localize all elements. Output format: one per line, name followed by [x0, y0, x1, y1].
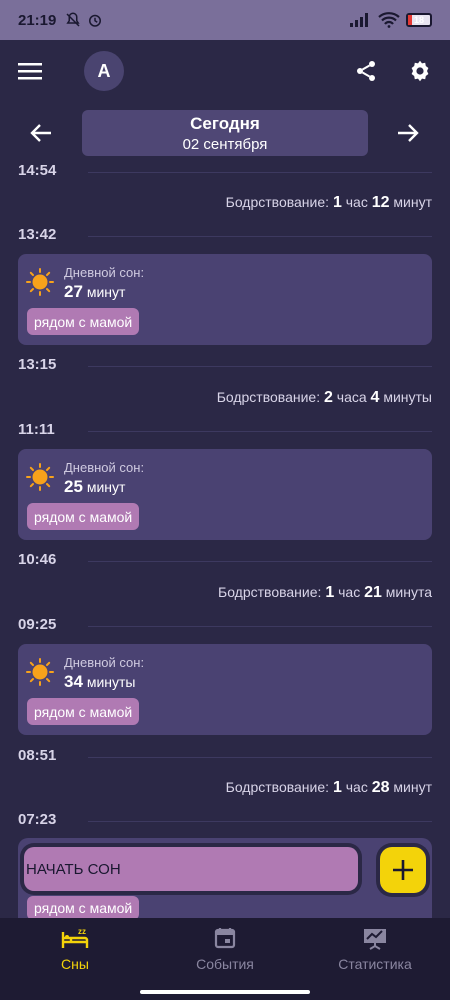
add-event-button[interactable]: [380, 847, 426, 893]
nav-statistics-label: Статистика: [338, 956, 412, 972]
sleep-label: Дневной сон:: [64, 655, 145, 670]
sleep-duration: 27 минут: [64, 282, 126, 301]
plus-icon: [393, 860, 413, 880]
menu-icon[interactable]: [18, 61, 42, 81]
sleep-duration: 34 минуты: [64, 672, 136, 691]
svg-text:zz: zz: [78, 927, 86, 936]
time-marker: 11:11: [18, 421, 432, 441]
wake-period: Бодрствование: 1 час 28 минут: [225, 779, 432, 796]
battery-icon: 18: [406, 13, 432, 27]
wake-period: Бодрствование: 1 час 21 минута: [218, 584, 432, 601]
bed-icon: zz: [61, 927, 89, 948]
sun-icon: [26, 463, 54, 491]
time-marker: 10:46: [18, 551, 432, 571]
status-time: 21:19: [18, 11, 57, 29]
time-marker: 07:23: [18, 811, 432, 831]
time-marker: 08:51: [18, 747, 432, 767]
alarm-icon: [89, 14, 102, 27]
sleep-timeline[interactable]: 14:54 Бодрствование: 1 час 12 минут 13:4…: [0, 160, 450, 918]
date-title: Сегодня: [190, 114, 260, 133]
wake-period: Бодрствование: 2 часа 4 минуты: [216, 389, 432, 406]
sleep-tag: рядом с мамой: [27, 308, 140, 335]
sleep-duration: 25 минут: [64, 477, 126, 496]
time-marker: 13:42: [18, 226, 432, 246]
start-sleep-button[interactable]: НАЧАТЬ СОН: [24, 847, 358, 891]
next-day-arrow-icon[interactable]: [396, 121, 420, 145]
gear-icon[interactable]: [408, 59, 432, 83]
wake-period: Бодрствование: 1 час 12 минут: [225, 194, 432, 211]
previous-day-arrow-icon[interactable]: [29, 121, 53, 145]
sleep-card[interactable]: Дневной сон: 34 минуты рядом с мамой: [18, 644, 432, 735]
date-subtitle: 02 сентября: [182, 136, 268, 153]
calendar-icon: [214, 928, 236, 949]
battery-level: 18: [413, 15, 424, 25]
avatar[interactable]: A: [84, 51, 124, 91]
status-bar: 21:19 18: [0, 0, 450, 40]
time-marker: 14:54: [18, 162, 432, 182]
nav-events-label: События: [196, 956, 254, 972]
sleep-tag: рядом с мамой: [27, 698, 140, 725]
app-bar: A: [0, 40, 450, 102]
sleep-card[interactable]: Дневной сон: 25 минут рядом с мамой: [18, 449, 432, 540]
sun-icon: [26, 658, 54, 686]
nav-sleeps[interactable]: zz Сны: [0, 926, 150, 972]
date-navigation: Сегодня 02 сентября: [0, 110, 450, 160]
share-icon[interactable]: [354, 59, 378, 83]
notifications-off-icon: [66, 12, 81, 27]
time-marker: 13:15: [18, 356, 432, 376]
signal-icon: [350, 13, 368, 27]
gesture-handle: [140, 990, 310, 994]
time-marker: 09:25: [18, 616, 432, 636]
sleep-tag: рядом с мамой: [27, 896, 140, 920]
wifi-icon: [378, 12, 400, 28]
nav-events[interactable]: События: [150, 926, 300, 972]
nav-sleeps-label: Сны: [61, 956, 89, 972]
nav-statistics[interactable]: Статистика: [300, 926, 450, 972]
sun-icon: [26, 268, 54, 296]
bottom-navigation: zz Сны События Статистика: [0, 918, 450, 1000]
sleep-card[interactable]: Дневной сон: 27 минут рядом с мамой: [18, 254, 432, 345]
current-sleep-card: НАЧАТЬ СОН рядом с мамой: [18, 838, 432, 920]
sleep-label: Дневной сон:: [64, 265, 145, 280]
date-selector[interactable]: Сегодня 02 сентября: [82, 110, 368, 156]
sleep-tag: рядом с мамой: [27, 503, 140, 530]
statistics-icon: [364, 929, 386, 950]
sleep-label: Дневной сон:: [64, 460, 145, 475]
